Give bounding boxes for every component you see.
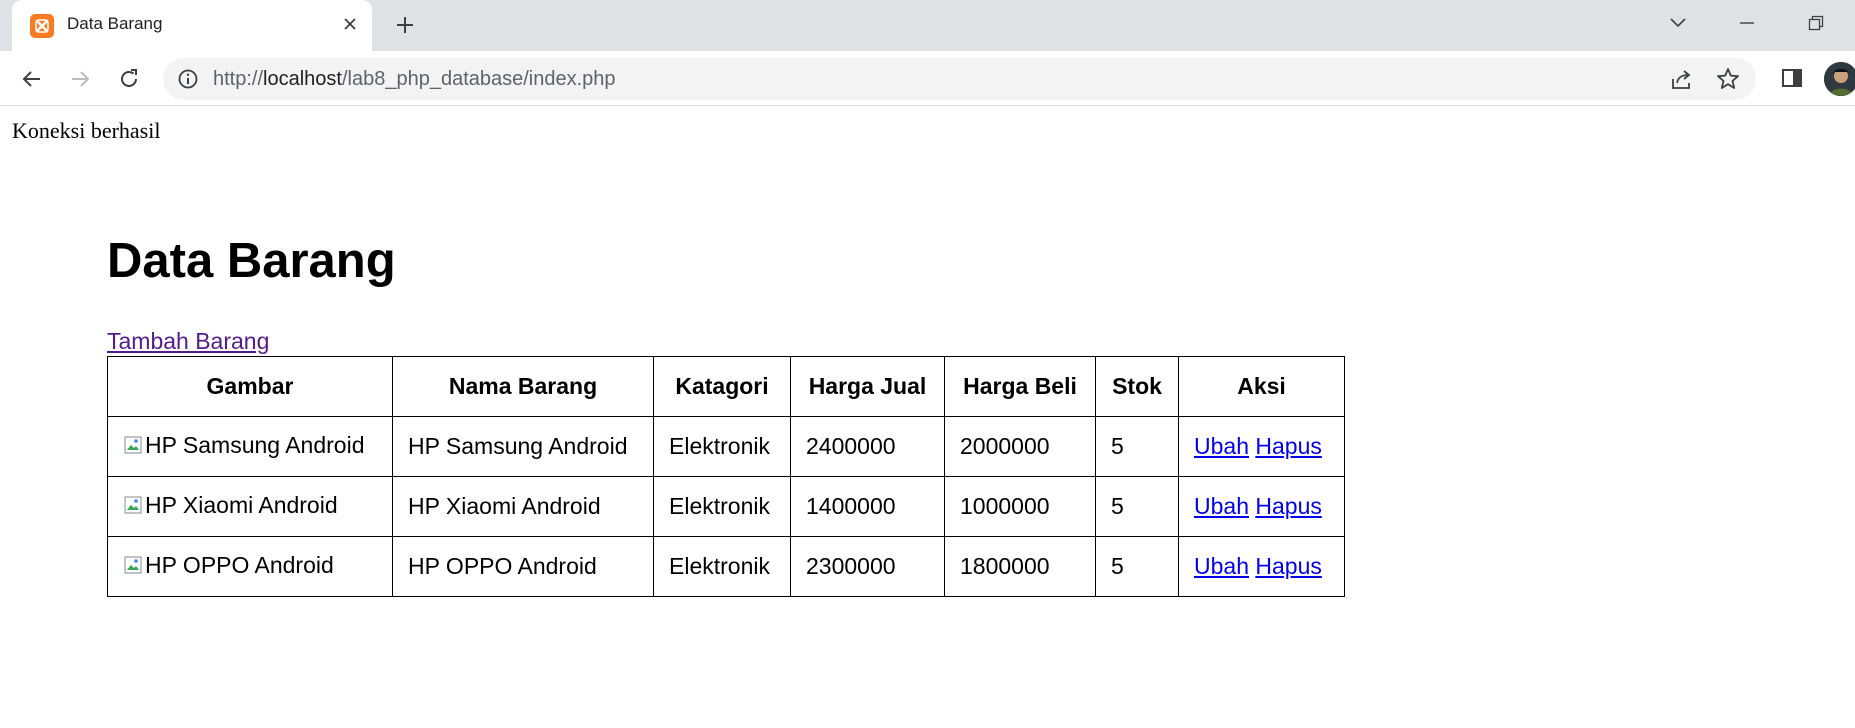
cell-stok: 5 bbox=[1095, 476, 1179, 537]
tab-title: Data Barang bbox=[67, 14, 163, 33]
image-alt-text: HP OPPO Android bbox=[145, 551, 334, 578]
delete-link[interactable]: Hapus bbox=[1255, 433, 1321, 459]
table-row: HP Samsung Android HP Samsung Android El… bbox=[107, 416, 1345, 477]
cell-kategori: Elektronik bbox=[653, 476, 791, 537]
table-row: HP Xiaomi Android HP Xiaomi Android Elek… bbox=[107, 476, 1345, 537]
header-harga-beli: Harga Beli bbox=[944, 356, 1096, 417]
header-harga-jual: Harga Jual bbox=[790, 356, 945, 417]
cell-harga-jual: 2400000 bbox=[790, 416, 945, 477]
edit-link[interactable]: Ubah bbox=[1194, 553, 1249, 579]
edit-link[interactable]: Ubah bbox=[1194, 433, 1249, 459]
minimize-icon[interactable] bbox=[1729, 8, 1765, 38]
reload-icon[interactable] bbox=[114, 64, 144, 94]
arrow-left-icon[interactable] bbox=[17, 64, 47, 94]
side-panel-icon[interactable] bbox=[1778, 64, 1806, 92]
cell-harga-jual: 2300000 bbox=[790, 536, 945, 597]
header-gambar: Gambar bbox=[107, 356, 393, 417]
close-icon[interactable] bbox=[338, 12, 362, 36]
star-icon[interactable] bbox=[1715, 66, 1741, 92]
cell-gambar: HP Xiaomi Android bbox=[107, 476, 393, 537]
avatar[interactable] bbox=[1824, 62, 1855, 96]
cell-gambar: HP OPPO Android bbox=[107, 536, 393, 597]
product-image: HP OPPO Android bbox=[123, 552, 334, 579]
info-icon[interactable] bbox=[177, 68, 199, 90]
header-stok: Stok bbox=[1095, 356, 1179, 417]
url-scheme: http:// bbox=[213, 68, 264, 90]
product-image: HP Samsung Android bbox=[123, 432, 365, 459]
cell-harga-beli: 1000000 bbox=[944, 476, 1096, 537]
cell-nama: HP Xiaomi Android bbox=[392, 476, 654, 537]
delete-link[interactable]: Hapus bbox=[1255, 493, 1321, 519]
table-row: HP OPPO Android HP OPPO Android Elektron… bbox=[107, 536, 1345, 597]
cell-harga-beli: 2000000 bbox=[944, 416, 1096, 477]
cell-aksi: Ubah Hapus bbox=[1178, 476, 1345, 537]
cell-gambar: HP Samsung Android bbox=[107, 416, 393, 477]
cell-nama: HP Samsung Android bbox=[392, 416, 654, 477]
table-header-row: Gambar Nama Barang Katagori Harga Jual H… bbox=[107, 356, 1345, 417]
connection-status: Koneksi berhasil bbox=[12, 118, 161, 143]
image-alt-text: HP Xiaomi Android bbox=[145, 491, 338, 518]
broken-image-icon bbox=[124, 496, 142, 514]
browser-tab[interactable]: Data Barang bbox=[12, 0, 372, 51]
share-icon[interactable] bbox=[1669, 67, 1695, 93]
tab-strip: Data Barang bbox=[0, 0, 1855, 51]
items-table: Gambar Nama Barang Katagori Harga Jual H… bbox=[107, 356, 1345, 597]
header-katagori: Katagori bbox=[653, 356, 791, 417]
address-bar[interactable]: http://localhost/lab8_php_database/index… bbox=[163, 58, 1756, 100]
xampp-icon bbox=[30, 14, 54, 38]
broken-image-icon bbox=[124, 436, 142, 454]
page-title: Data Barang bbox=[107, 234, 396, 288]
restore-icon[interactable] bbox=[1798, 8, 1834, 38]
cell-harga-beli: 1800000 bbox=[944, 536, 1096, 597]
cell-kategori: Elektronik bbox=[653, 416, 791, 477]
broken-image-icon bbox=[124, 556, 142, 574]
add-item-link[interactable]: Tambah Barang bbox=[107, 328, 269, 355]
arrow-right-icon[interactable] bbox=[65, 64, 95, 94]
cell-aksi: Ubah Hapus bbox=[1178, 416, 1345, 477]
cell-nama: HP OPPO Android bbox=[392, 536, 654, 597]
url-host: localhost bbox=[263, 68, 342, 90]
url-text[interactable]: http://localhost/lab8_php_database/index… bbox=[213, 68, 616, 91]
edit-link[interactable]: Ubah bbox=[1194, 493, 1249, 519]
cell-stok: 5 bbox=[1095, 536, 1179, 597]
chevron-down-icon[interactable] bbox=[1660, 8, 1696, 38]
delete-link[interactable]: Hapus bbox=[1255, 553, 1321, 579]
cell-stok: 5 bbox=[1095, 416, 1179, 477]
cell-harga-jual: 1400000 bbox=[790, 476, 945, 537]
cell-aksi: Ubah Hapus bbox=[1178, 536, 1345, 597]
header-nama-barang: Nama Barang bbox=[392, 356, 654, 417]
cell-kategori: Elektronik bbox=[653, 536, 791, 597]
browser-toolbar: http://localhost/lab8_php_database/index… bbox=[0, 51, 1855, 106]
header-aksi: Aksi bbox=[1178, 356, 1345, 417]
url-path: /lab8_php_database/index.php bbox=[341, 68, 616, 90]
product-image: HP Xiaomi Android bbox=[123, 492, 338, 519]
plus-icon[interactable] bbox=[390, 10, 420, 40]
image-alt-text: HP Samsung Android bbox=[145, 431, 365, 458]
